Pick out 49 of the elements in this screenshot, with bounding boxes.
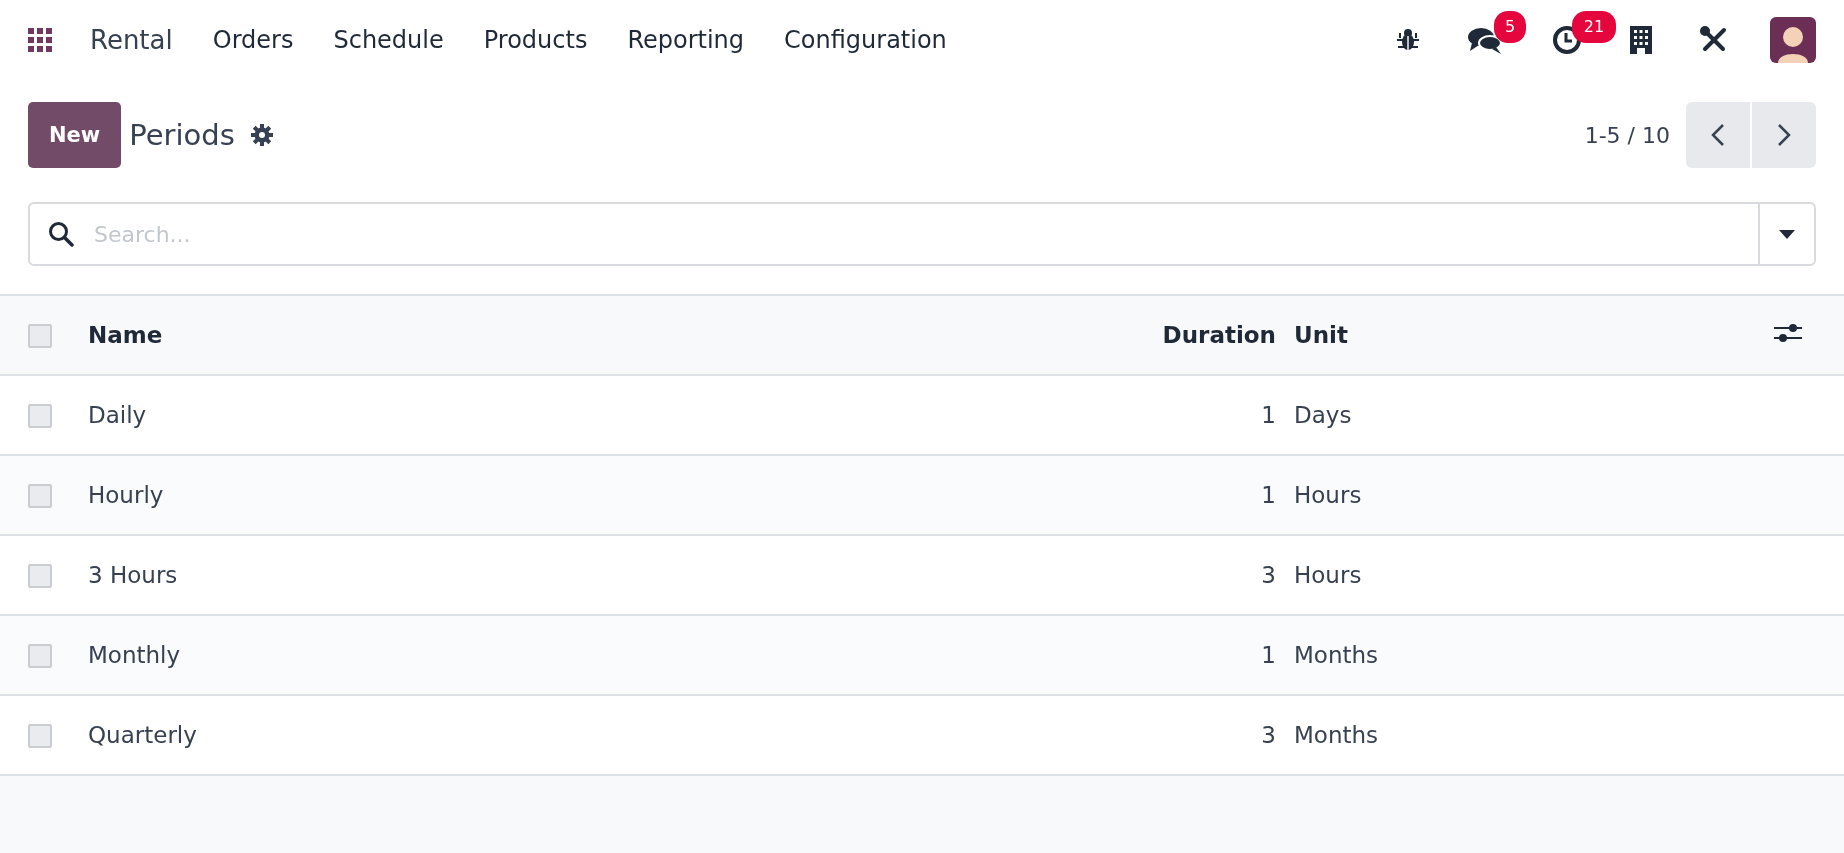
- table-cell: 3 Hours: [88, 562, 178, 588]
- menu-item[interactable]: Schedule: [333, 26, 444, 54]
- page-title: Periods: [129, 118, 235, 152]
- table-cell: Quarterly: [88, 722, 197, 748]
- table-cell: Hours: [1294, 482, 1362, 508]
- table-cell: Monthly: [88, 642, 181, 668]
- table-cell: Hours: [1294, 562, 1362, 588]
- column-header[interactable]: Name: [88, 322, 163, 348]
- column-header[interactable]: Duration: [1162, 322, 1276, 348]
- table-cell: 1: [1261, 402, 1276, 428]
- menu-item[interactable]: Orders: [212, 26, 294, 54]
- bug-icon[interactable]: [1396, 28, 1420, 52]
- menu-item[interactable]: Products: [483, 26, 588, 54]
- select-all-checkbox[interactable]: [28, 324, 52, 349]
- table-cell: Daily: [88, 402, 147, 428]
- menu-item[interactable]: Configuration: [784, 26, 947, 54]
- sliders-icon[interactable]: [1774, 321, 1802, 344]
- chevron-right-icon: [1777, 123, 1791, 147]
- table-cell: 3: [1261, 722, 1276, 748]
- table-cell: 1: [1261, 482, 1276, 508]
- row-checkbox[interactable]: [28, 564, 52, 589]
- search-field[interactable]: Search...: [92, 220, 1758, 248]
- pager-value[interactable]: 1-5 / 10: [1584, 122, 1670, 148]
- table-cell: Days: [1294, 402, 1352, 428]
- caret-down-icon: [1779, 229, 1795, 239]
- row-checkbox[interactable]: [28, 724, 52, 749]
- activity-count-badge: 21: [1572, 11, 1616, 43]
- table-cell: Months: [1294, 642, 1379, 668]
- settings-icon[interactable]: [250, 124, 273, 146]
- app-grid-icon[interactable]: [28, 28, 52, 52]
- table-cell: 3: [1261, 562, 1276, 588]
- menu-item[interactable]: Reporting: [627, 26, 745, 54]
- app-name-link[interactable]: Rental: [90, 25, 173, 55]
- row-checkbox[interactable]: [28, 404, 52, 429]
- message-count-badge: 5: [1494, 11, 1526, 43]
- row-checkbox[interactable]: [28, 644, 52, 669]
- search-icon: [48, 221, 74, 247]
- tools-icon[interactable]: [1700, 26, 1728, 54]
- table-cell: Hourly: [88, 482, 164, 508]
- table-cell: 1: [1261, 642, 1276, 668]
- search-bar[interactable]: Search...: [28, 202, 1816, 266]
- building-icon[interactable]: [1630, 26, 1652, 54]
- new-button[interactable]: New: [28, 102, 122, 168]
- user-avatar[interactable]: [1770, 17, 1816, 63]
- column-header[interactable]: Unit: [1294, 322, 1348, 348]
- table-cell: Months: [1294, 722, 1379, 748]
- clock-icon[interactable]: [1552, 25, 1582, 55]
- row-checkbox[interactable]: [28, 484, 52, 509]
- chevron-left-icon: [1711, 123, 1725, 147]
